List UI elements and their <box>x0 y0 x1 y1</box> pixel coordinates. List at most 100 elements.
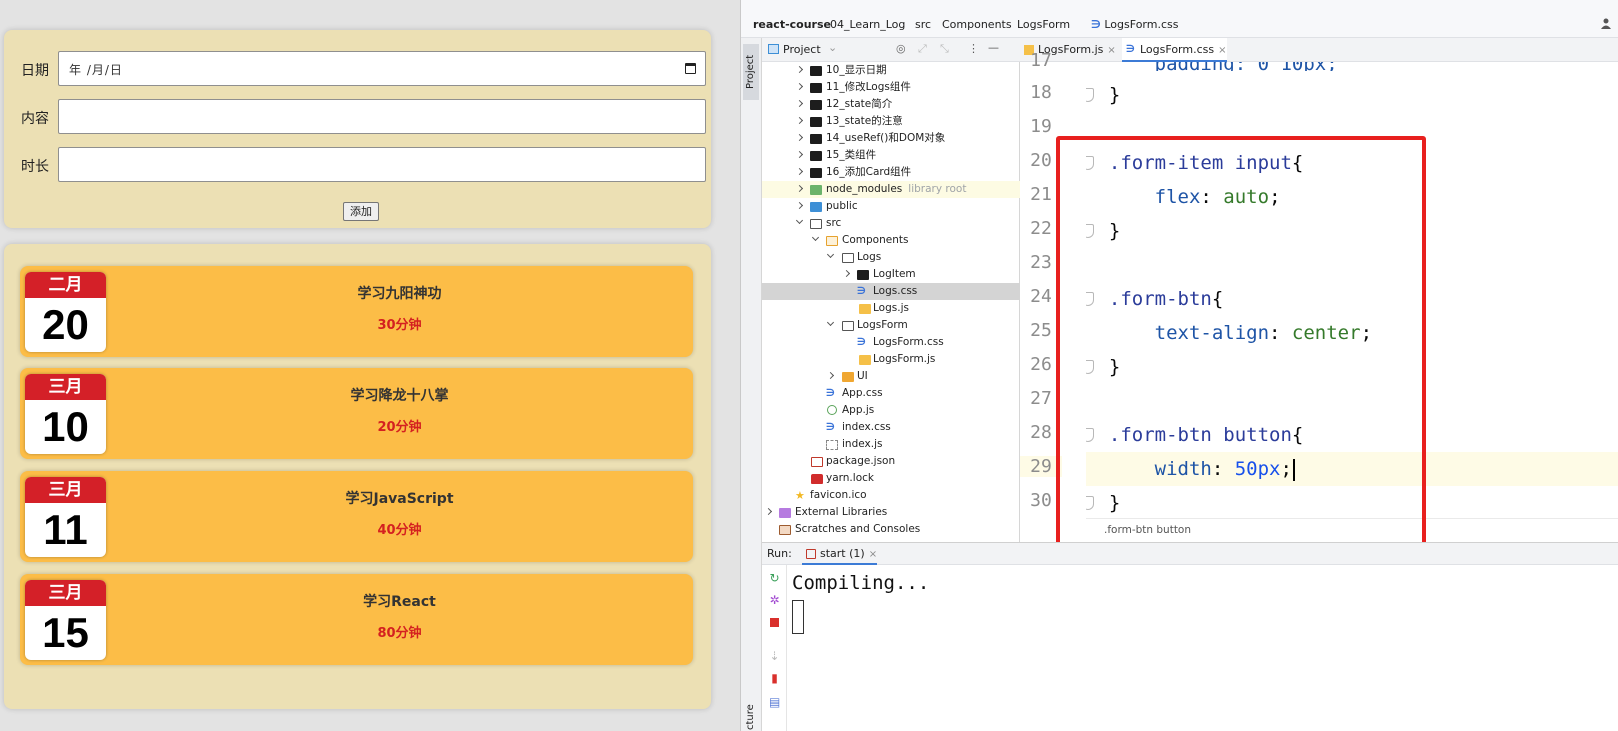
expand-all-icon[interactable]: ⤢ <box>918 42 927 56</box>
stop-icon[interactable] <box>770 618 779 627</box>
tree-item[interactable]: Logs <box>762 249 1020 266</box>
tab-logsform-css[interactable]: ∋ LogsForm.css × <box>1122 38 1227 62</box>
project-view-selector[interactable]: Project <box>783 43 821 56</box>
tree-item[interactable]: LogItem <box>762 266 1020 283</box>
code-line-current: width: 50px; <box>1086 452 1618 486</box>
log-date: 三月 15 <box>25 580 106 660</box>
folder-icon <box>842 372 854 382</box>
date-label: 日期 <box>21 63 49 79</box>
locate-icon[interactable]: ◎ <box>896 42 906 55</box>
tree-item[interactable]: UI <box>762 368 1020 385</box>
tree-item[interactable]: 14_useRef()和DOM对象 <box>762 130 1020 147</box>
tree-item[interactable]: 16_添加Card组件 <box>762 164 1020 181</box>
rerun-icon[interactable]: ↻ <box>769 572 780 584</box>
tree-item[interactable]: ∋ LogsForm.css <box>762 334 1020 351</box>
logs-list-card: 二月 20 学习九阳神功 30分钟 三月 10 学习降龙十八掌 20分钟 三月 … <box>4 244 711 709</box>
tree-item[interactable]: ★ favicon.ico <box>762 487 1020 504</box>
tree-item[interactable]: Components <box>762 232 1020 249</box>
tab-run-start[interactable]: start (1) × <box>802 543 878 565</box>
tree-item[interactable]: package.json <box>762 453 1020 470</box>
editor-breadcrumb[interactable]: .form-btn button <box>1086 518 1618 540</box>
js-file-icon <box>826 440 838 450</box>
tree-item[interactable]: External Libraries <box>762 504 1020 521</box>
user-icon[interactable] <box>1601 18 1611 29</box>
log-time: 20分钟 <box>377 420 422 435</box>
close-icon[interactable]: × <box>1218 45 1226 56</box>
trash-icon[interactable]: ▮ <box>769 672 780 684</box>
date-input[interactable]: 年 /月/日 <box>58 51 706 86</box>
add-button[interactable]: 添加 <box>343 202 379 221</box>
folder-icon <box>810 219 822 229</box>
tree-item[interactable]: 15_类组件 <box>762 147 1020 164</box>
folder-icon <box>810 100 822 110</box>
tree-item[interactable]: 13_state的注意 <box>762 113 1020 130</box>
css-file-icon: ∋ <box>1126 44 1135 55</box>
calendar-icon[interactable] <box>685 63 696 74</box>
duration-row: 时长 <box>4 147 711 183</box>
log-title: 学习JavaScript <box>345 491 454 507</box>
code-area[interactable]: padding: 0 10px; } .form-item input{ fle… <box>1086 62 1618 532</box>
js-file-icon <box>859 304 871 314</box>
console-output: Compiling... <box>792 572 930 594</box>
tree-item[interactable]: src <box>762 215 1020 232</box>
tree-item[interactable]: 10_显示日期 <box>762 62 1020 79</box>
tree-item[interactable]: ∋ App.css <box>762 385 1020 402</box>
duration-label: 时长 <box>21 159 49 175</box>
tree-item[interactable]: 11_修改Logs组件 <box>762 79 1020 96</box>
breadcrumb-item[interactable]: 04_Learn_Log <box>830 18 905 31</box>
css-file-icon: ∋ <box>857 286 866 297</box>
close-icon[interactable]: × <box>1107 45 1115 56</box>
tree-item[interactable]: yarn.lock <box>762 470 1020 487</box>
structure-tool-tab[interactable]: cture <box>743 700 759 730</box>
scroll-to-end-icon[interactable]: ⇣ <box>769 650 780 662</box>
tree-item[interactable]: App.js <box>762 402 1020 419</box>
run-panel: Run: start (1) × ↻ ✲ ⇣ ▮ ▤ Compiling... <box>762 542 1618 731</box>
log-title: 学习九阳神功 <box>357 286 442 302</box>
breadcrumb-item[interactable]: LogsForm <box>1017 18 1070 31</box>
library-icon <box>779 508 791 518</box>
log-day: 11 <box>43 506 88 553</box>
tree-item[interactable]: ∋ index.css <box>762 419 1020 436</box>
tree-item[interactable]: index.js <box>762 436 1020 453</box>
collapse-all-icon[interactable]: ⤡ <box>940 42 949 56</box>
close-icon[interactable]: × <box>869 549 877 560</box>
log-day: 15 <box>42 609 89 656</box>
tree-item[interactable]: ∋ Logs.css <box>762 283 1020 300</box>
lock-icon <box>811 474 823 484</box>
breadcrumb: react-course 04_Learn_Log src Components… <box>741 12 1618 38</box>
log-time: 40分钟 <box>377 523 422 538</box>
code-editor: LogsForm.js × ∋ LogsForm.css × 17 18 19 20… <box>1020 38 1618 558</box>
scratches-icon <box>779 525 791 535</box>
pin-icon[interactable]: ▤ <box>769 696 780 708</box>
console-cursor[interactable] <box>792 600 804 634</box>
tree-item[interactable]: 12_state简介 <box>762 96 1020 113</box>
project-tool-tab[interactable]: Project <box>743 44 759 100</box>
project-panel: Project ⌄ ◎ ⤢ ⤡ ⋮ — 10_显示日期 11_修改Logs组件 … <box>762 38 1020 558</box>
tree-item[interactable]: LogsForm.js <box>762 351 1020 368</box>
line-number: 20 <box>1030 150 1052 171</box>
content-input[interactable] <box>58 99 706 134</box>
tree-item[interactable]: LogsForm <box>762 317 1020 334</box>
tree-item[interactable]: public <box>762 198 1020 215</box>
tree-item[interactable]: node_modules library root <box>762 181 1020 198</box>
line-number: 21 <box>1030 184 1052 205</box>
breadcrumb-item[interactable]: src <box>915 18 931 31</box>
breadcrumb-item[interactable]: Components <box>942 18 1012 31</box>
more-options-icon[interactable]: ⋮ <box>968 42 979 55</box>
log-day: 20 <box>42 301 89 348</box>
folder-icon <box>810 134 822 144</box>
tree-item[interactable]: Scratches and Consoles <box>762 521 1020 538</box>
log-date: 三月 10 <box>25 374 106 454</box>
hide-panel-icon[interactable]: — <box>988 41 999 54</box>
tree-item[interactable]: Logs.js <box>762 300 1020 317</box>
breadcrumb-item[interactable]: ∋ LogsForm.css <box>1091 18 1178 31</box>
line-number: 18 <box>1030 82 1052 103</box>
breadcrumb-project[interactable]: react-course <box>753 18 831 31</box>
chevron-down-icon[interactable]: ⌄ <box>828 41 837 54</box>
duration-input[interactable] <box>58 147 706 182</box>
settings-icon[interactable]: ✲ <box>769 594 780 606</box>
line-number: 27 <box>1030 388 1052 409</box>
folder-icon <box>810 83 822 93</box>
folder-icon <box>810 66 822 76</box>
project-icon <box>768 44 779 54</box>
